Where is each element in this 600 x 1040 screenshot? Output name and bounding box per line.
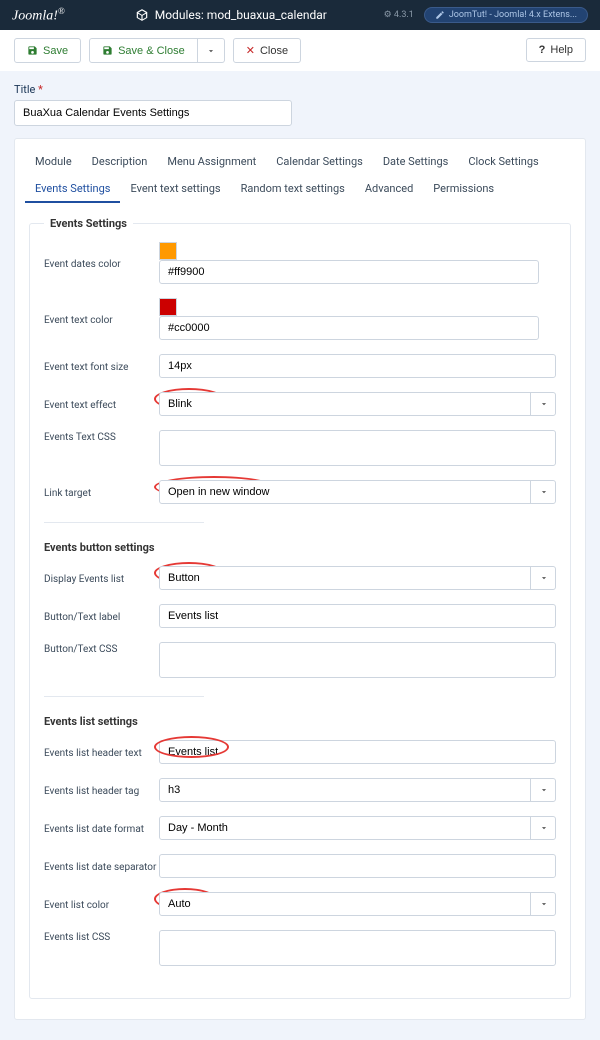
row-button-text-label: Button/Text label (44, 604, 556, 628)
row-event-text-font-size: Event text font size (44, 354, 556, 378)
row-list-date-format: Events list date format Day - Month (44, 816, 556, 840)
help-icon: ? (539, 44, 546, 56)
row-link-target: Link target Open in new window (44, 480, 556, 504)
row-list-color: Event list color Auto (44, 892, 556, 916)
save-close-dropdown[interactable] (198, 38, 225, 63)
list-header-tag-select[interactable]: h3 (159, 778, 556, 802)
save-close-button[interactable]: Save & Close (89, 38, 198, 63)
button-text-label-input[interactable] (159, 604, 556, 628)
tab-calendar-settings[interactable]: Calendar Settings (266, 149, 373, 176)
row-list-css: Events list CSS (44, 930, 556, 966)
cube-icon (135, 8, 149, 22)
event-text-effect-select[interactable]: Blink (159, 392, 556, 416)
title-input[interactable] (14, 100, 292, 126)
toolbar: Save Save & Close ✕Close ?Help (0, 30, 600, 71)
fieldset-legend: Events Settings (44, 217, 133, 230)
event-text-font-size-input[interactable] (159, 354, 556, 378)
list-date-separator-input[interactable] (159, 854, 556, 878)
tab-clock-settings[interactable]: Clock Settings (458, 149, 548, 176)
tab-description[interactable]: Description (82, 149, 158, 176)
close-icon: ✕ (246, 44, 255, 57)
help-button[interactable]: ?Help (526, 38, 586, 62)
display-events-list-select[interactable]: Button (159, 566, 556, 590)
row-button-text-css: Button/Text CSS (44, 642, 556, 678)
tabs: ModuleDescriptionMenu AssignmentCalendar… (15, 139, 585, 203)
save-close-group: Save & Close (89, 38, 225, 63)
event-dates-color-input[interactable] (159, 260, 539, 284)
list-date-format-select[interactable]: Day - Month (159, 816, 556, 840)
list-css-input[interactable] (159, 930, 556, 966)
list-header-text-input[interactable] (159, 740, 556, 764)
event-text-color-input[interactable] (159, 316, 539, 340)
color-swatch[interactable] (159, 298, 177, 316)
topbar: Joomla!® Modules: mod_buaxua_calendar ⚙ … (0, 0, 600, 30)
row-event-dates-color: Event dates color (44, 242, 556, 284)
link-target-select[interactable]: Open in new window (159, 480, 556, 504)
row-list-date-separator: Events list date separator (44, 854, 556, 878)
events-text-css-input[interactable] (159, 430, 556, 466)
divider (44, 696, 204, 697)
tour-button[interactable]: JoomTut! - Joomla! 4.x Extens... (424, 7, 588, 23)
panel: ModuleDescriptionMenu AssignmentCalendar… (14, 138, 586, 1020)
save-button[interactable]: Save (14, 38, 81, 63)
events-settings-fieldset: Events Settings Event dates color Event … (29, 217, 571, 999)
divider (44, 522, 204, 523)
tab-date-settings[interactable]: Date Settings (373, 149, 459, 176)
row-list-header-text: Events list header text (44, 740, 556, 764)
close-button[interactable]: ✕Close (233, 38, 301, 63)
row-display-events-list: Display Events list Button (44, 566, 556, 590)
module-breadcrumb: Modules: mod_buaxua_calendar (135, 8, 327, 22)
row-event-text-color: Event text color (44, 298, 556, 340)
row-events-text-css: Events Text CSS (44, 430, 556, 466)
brand-logo: Joomla!® (12, 6, 65, 25)
tab-menu-assignment[interactable]: Menu Assignment (157, 149, 266, 176)
section-button-settings: Events button settings (44, 541, 556, 554)
tab-module[interactable]: Module (25, 149, 82, 176)
save-icon (27, 45, 38, 56)
list-color-select[interactable]: Auto (159, 892, 556, 916)
row-event-text-effect: Event text effect Blink (44, 392, 556, 416)
row-list-header-tag: Events list header tag h3 (44, 778, 556, 802)
color-swatch[interactable] (159, 242, 177, 260)
tab-advanced[interactable]: Advanced (355, 176, 423, 203)
chevron-down-icon (206, 46, 216, 56)
button-text-css-input[interactable] (159, 642, 556, 678)
version-text: ⚙ 4.3.1 (384, 10, 414, 20)
save-icon (102, 45, 113, 56)
edit-icon (435, 10, 445, 20)
section-list-settings: Events list settings (44, 715, 556, 728)
tab-random-text-settings[interactable]: Random text settings (231, 176, 355, 203)
tab-events-settings[interactable]: Events Settings (25, 176, 120, 203)
tab-event-text-settings[interactable]: Event text settings (120, 176, 230, 203)
title-label: Title * (14, 83, 586, 96)
page: Title * ModuleDescriptionMenu Assignment… (0, 71, 600, 1040)
tab-permissions[interactable]: Permissions (423, 176, 504, 203)
